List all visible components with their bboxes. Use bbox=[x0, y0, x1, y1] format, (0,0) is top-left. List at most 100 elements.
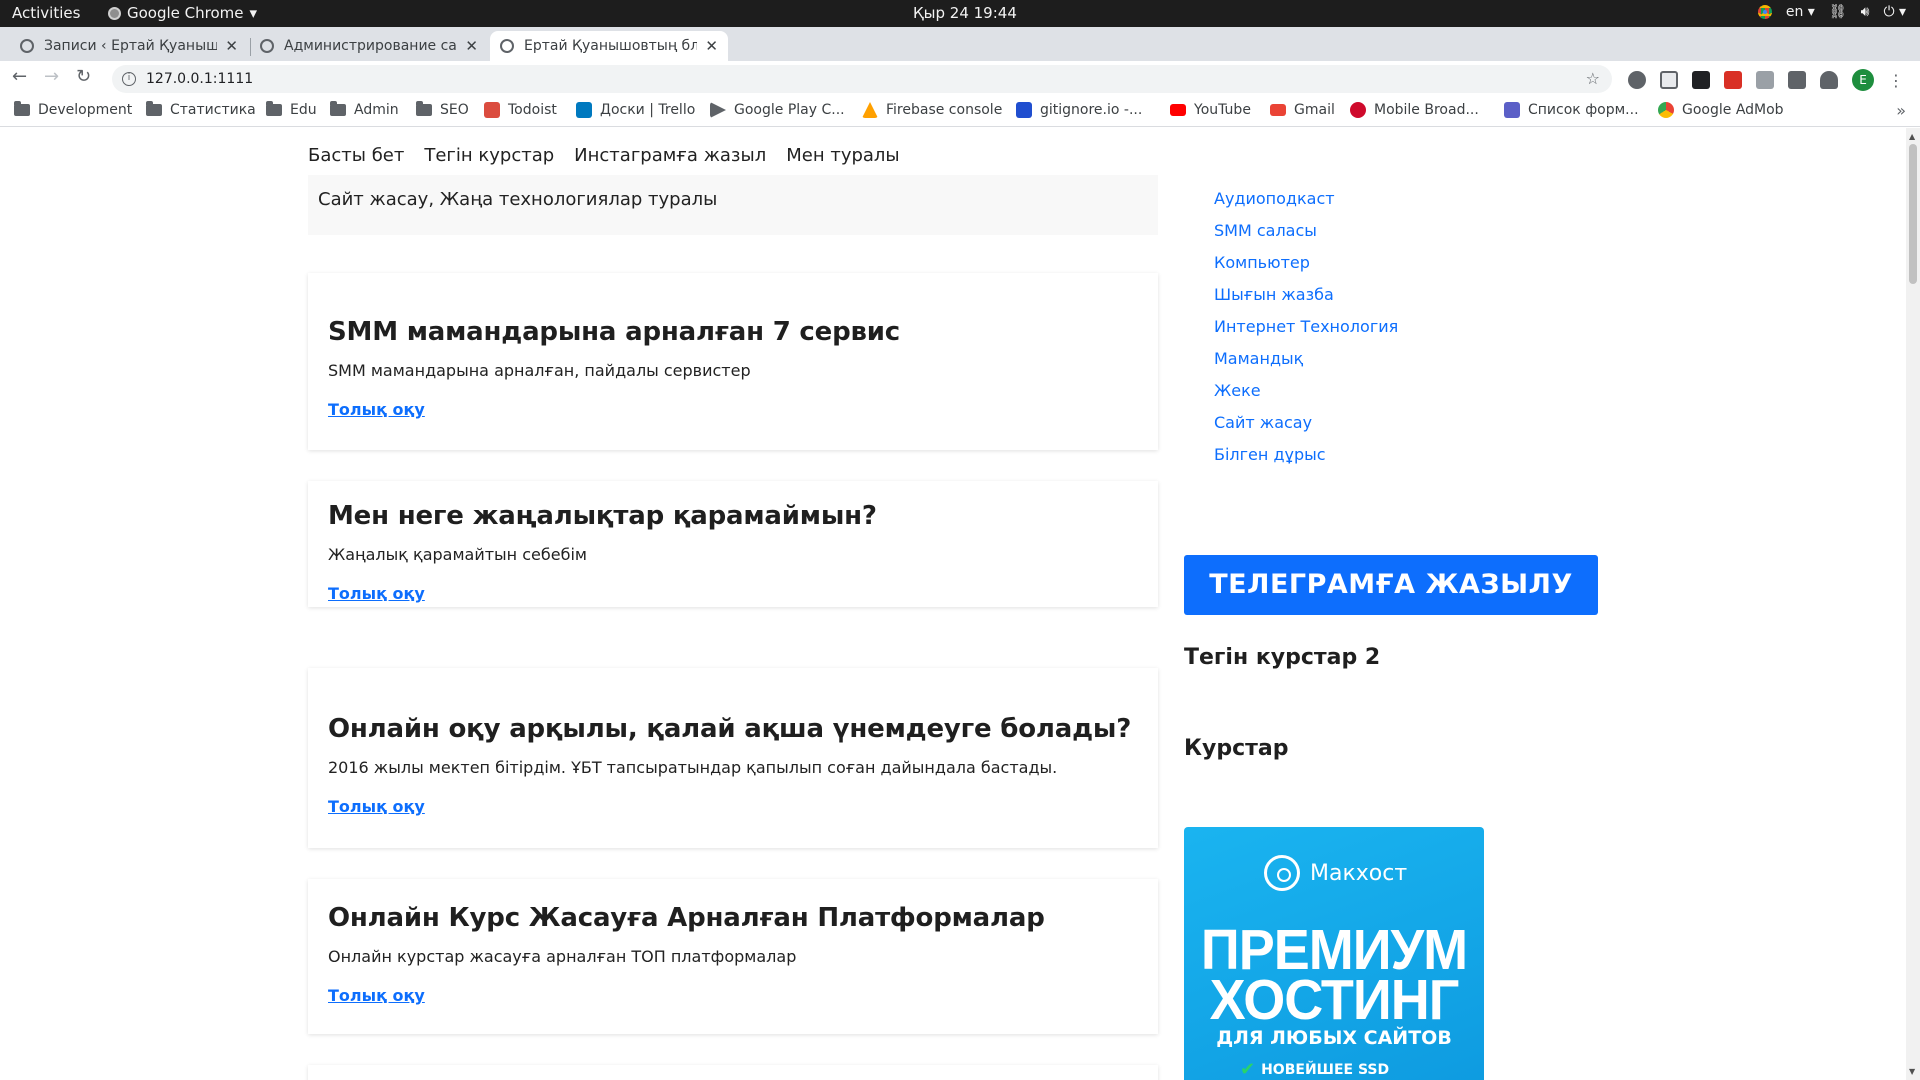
huawei-icon bbox=[1350, 102, 1366, 118]
trello-icon bbox=[576, 102, 592, 118]
bookmark-statistics[interactable]: Статистика bbox=[146, 101, 256, 118]
admob-icon bbox=[1658, 102, 1674, 118]
category-link[interactable]: SMM саласы bbox=[1214, 220, 1398, 241]
ad-subheadline: ДЛЯ ЛЮБЫХ САЙТОВ bbox=[1216, 1027, 1452, 1049]
site-tagline: Сайт жасау, Жаңа технологиялар туралы bbox=[308, 175, 1158, 235]
folder-icon bbox=[330, 101, 346, 116]
recycle-extension-icon[interactable] bbox=[1628, 71, 1646, 89]
system-top-bar: Activities Google Chrome ▾ Қыр 24 19:44 … bbox=[0, 0, 1920, 27]
youtube-icon bbox=[1170, 104, 1186, 116]
check-icon: ✔ bbox=[1240, 1059, 1256, 1080]
folder-icon bbox=[146, 101, 162, 116]
nav-about[interactable]: Мен туралы bbox=[786, 145, 899, 166]
chrome-app-icon bbox=[108, 6, 121, 20]
profile-avatar[interactable]: E bbox=[1852, 69, 1874, 91]
todoist-icon bbox=[484, 102, 500, 118]
globe-icon bbox=[20, 39, 34, 53]
read-more-link[interactable]: Толық оқу bbox=[328, 986, 425, 1005]
globe-icon bbox=[500, 39, 514, 53]
tab-blog[interactable]: Ертай Қуанышовтың блогы ✕ bbox=[490, 31, 728, 61]
bookmark-gmail[interactable]: Gmail bbox=[1270, 102, 1335, 118]
page-viewport: Басты бет Тегін курстар Инстаграмға жазы… bbox=[0, 128, 1906, 1080]
bookmark-trello[interactable]: Доски | Trello bbox=[576, 102, 695, 118]
bookmark-google-play[interactable]: Google Play C... bbox=[710, 102, 845, 118]
system-clock[interactable]: Қыр 24 19:44 bbox=[913, 4, 1017, 22]
puzzle-icon[interactable] bbox=[1820, 71, 1838, 89]
bookmark-todoist[interactable]: Todoist bbox=[484, 102, 557, 118]
category-link[interactable]: Компьютер bbox=[1214, 252, 1398, 273]
terminal-extension-icon[interactable] bbox=[1692, 71, 1710, 89]
category-link[interactable]: Білген дұрыс bbox=[1214, 444, 1398, 465]
mchost-logo-icon bbox=[1264, 855, 1300, 891]
site-navigation: Басты бет Тегін курстар Инстаграмға жазы… bbox=[308, 145, 900, 166]
forward-icon[interactable]: → bbox=[44, 66, 59, 87]
scrollbar-thumb[interactable] bbox=[1909, 144, 1917, 284]
star-icon[interactable]: ☆ bbox=[1586, 69, 1600, 88]
scroll-up-icon[interactable]: ▲ bbox=[1909, 132, 1915, 141]
read-more-link[interactable]: Толық оқу bbox=[328, 584, 425, 603]
bookmark-gitignore[interactable]: gitignore.io -... bbox=[1016, 102, 1142, 118]
post-excerpt: Онлайн курстар жасауға арналған ТОП плат… bbox=[328, 947, 797, 966]
widget-title-courses: Курстар bbox=[1184, 736, 1289, 761]
nav-home[interactable]: Басты бет bbox=[308, 145, 404, 166]
folder-icon bbox=[14, 101, 30, 116]
gitignore-icon bbox=[1016, 102, 1032, 118]
bookmark-mobile-broadband[interactable]: Mobile Broad... bbox=[1350, 102, 1479, 118]
tab-title: Ертай Қуанышовтың блогы bbox=[524, 38, 698, 54]
page-scrollbar[interactable]: ▲ ▼ bbox=[1906, 128, 1920, 1080]
info-icon[interactable]: i bbox=[122, 72, 136, 86]
post-title[interactable]: SMM мамандарына арналған 7 сервис bbox=[328, 317, 1138, 347]
telegram-subscribe-button[interactable]: ТЕЛЕГРАМҒА ЖАЗЫЛУ bbox=[1184, 555, 1598, 615]
scroll-down-icon[interactable]: ▼ bbox=[1909, 1067, 1915, 1076]
close-icon[interactable]: ✕ bbox=[465, 37, 478, 55]
pocket-extension-icon[interactable] bbox=[1660, 71, 1678, 89]
ad-feature: ✔ НОВЕЙШЕЕ SSD bbox=[1240, 1059, 1390, 1080]
bookmark-admin[interactable]: Admin bbox=[330, 101, 399, 118]
app-menu[interactable]: Google Chrome ▾ bbox=[108, 4, 257, 22]
nav-instagram[interactable]: Инстаграмға жазыл bbox=[574, 145, 766, 166]
tab-admin[interactable]: Администрирование сайта ✕ bbox=[250, 31, 488, 61]
post-card: SMM мамандарына арналған 7 сервис SMM ма… bbox=[308, 273, 1158, 450]
category-link[interactable]: Сайт жасау bbox=[1214, 412, 1398, 433]
menu-kebab-icon[interactable]: ⋮ bbox=[1888, 71, 1904, 90]
system-tray[interactable]: en ▾ ⛓ 🔊︎ ⏻ ▾ bbox=[1757, 4, 1906, 20]
bookmark-development[interactable]: Development bbox=[14, 101, 132, 118]
category-link[interactable]: Аудиоподкаст bbox=[1214, 188, 1398, 209]
bookmark-edu[interactable]: Edu bbox=[266, 101, 317, 118]
read-more-link[interactable]: Толық оқу bbox=[328, 400, 425, 419]
gmail-icon bbox=[1270, 104, 1286, 116]
post-card: Онлайн оқу арқылы, қалай ақша үнемдеуге … bbox=[308, 668, 1158, 848]
tab-title: Администрирование сайта bbox=[284, 38, 457, 54]
activities-button[interactable]: Activities bbox=[12, 4, 80, 22]
category-list: Аудиоподкаст SMM саласы Компьютер Шығын … bbox=[1214, 188, 1398, 465]
nav-free-courses[interactable]: Тегін курстар bbox=[424, 145, 554, 166]
widget-title-free-courses: Тегін курстар 2 bbox=[1184, 645, 1381, 670]
chrome-tray-icon[interactable] bbox=[1757, 5, 1772, 19]
close-icon[interactable]: ✕ bbox=[225, 37, 238, 55]
language-indicator[interactable]: en ▾ bbox=[1786, 4, 1815, 20]
category-link[interactable]: Интернет Технология bbox=[1214, 316, 1398, 337]
category-link[interactable]: Шығын жазба bbox=[1214, 284, 1398, 305]
post-title[interactable]: Онлайн оқу арқылы, қалай ақша үнемдеуге … bbox=[328, 714, 1138, 744]
category-link[interactable]: Жеке bbox=[1214, 380, 1398, 401]
bookmark-youtube[interactable]: YouTube bbox=[1170, 102, 1251, 118]
hosting-ad-banner[interactable]: Макхост ПРЕМИУМ ХОСТИНГ ДЛЯ ЛЮБЫХ САЙТОВ… bbox=[1184, 827, 1484, 1080]
bookmarks-overflow-icon[interactable]: » bbox=[1896, 101, 1906, 120]
red-extension-icon[interactable] bbox=[1724, 71, 1742, 89]
image-extension-icon[interactable] bbox=[1756, 71, 1774, 89]
url-text[interactable]: 127.0.0.1:1111 bbox=[146, 71, 253, 87]
reload-icon[interactable]: ↻ bbox=[76, 66, 91, 87]
bookmark-forms[interactable]: Список форм... bbox=[1504, 102, 1639, 118]
address-bar[interactable]: i 127.0.0.1:1111 ☆ bbox=[112, 65, 1612, 93]
satellite-extension-icon[interactable] bbox=[1788, 71, 1806, 89]
category-link[interactable]: Мамандық bbox=[1214, 348, 1398, 369]
post-title[interactable]: Онлайн Курс Жасауға Арналған Платформала… bbox=[328, 903, 1138, 933]
back-icon[interactable]: ← bbox=[12, 66, 27, 87]
bookmark-admob[interactable]: Google AdMob bbox=[1658, 102, 1784, 118]
post-title[interactable]: Мен неге жаңалықтар қарамаймын? bbox=[328, 501, 1138, 531]
bookmark-firebase[interactable]: Firebase console bbox=[862, 102, 1002, 118]
tab-posts[interactable]: Записи ‹ Ертай Қуанышовтың блогы ✕ bbox=[10, 31, 248, 61]
close-icon[interactable]: ✕ bbox=[705, 37, 718, 55]
read-more-link[interactable]: Толық оқу bbox=[328, 797, 425, 816]
bookmark-seo[interactable]: SEO bbox=[416, 101, 469, 118]
